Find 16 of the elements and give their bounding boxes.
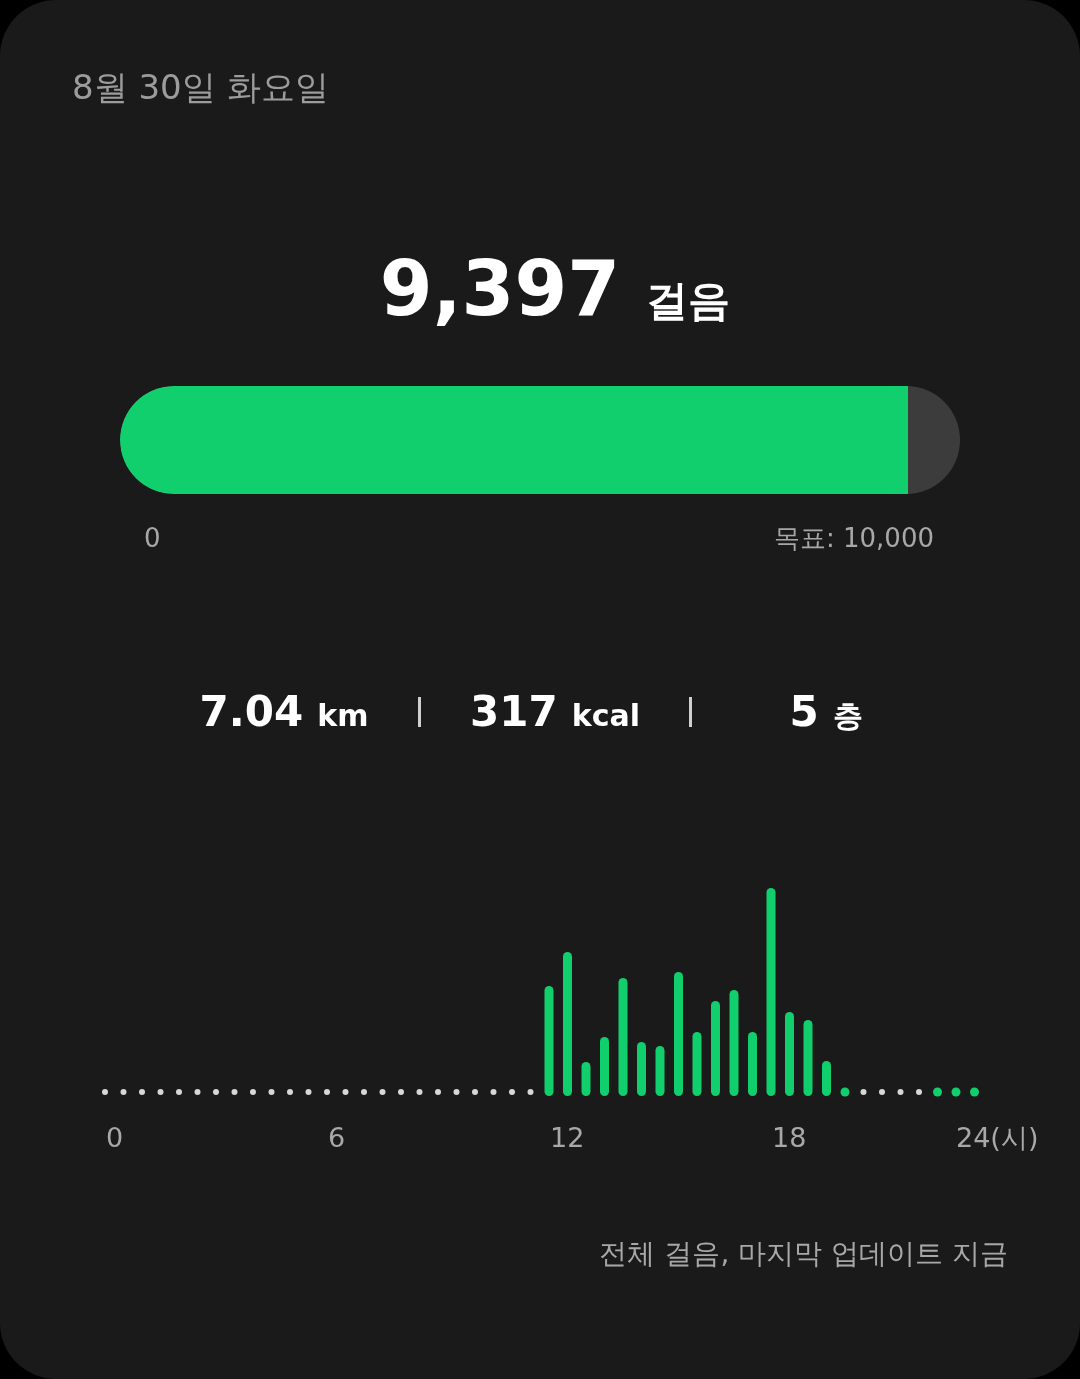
axis-label: 6 <box>328 1121 347 1155</box>
stat-unit: km <box>317 698 369 733</box>
step-count: 9,397 <box>379 244 621 334</box>
axis-label: 0 <box>106 1121 125 1155</box>
goal-label: 목표: 10,000 <box>774 522 934 555</box>
stat-unit: kcal <box>571 698 640 733</box>
stat-value: 7.04 <box>199 686 304 738</box>
stat-unit: 층 <box>832 697 863 735</box>
step-unit: 걸음 <box>646 275 731 327</box>
axis-label: 12 <box>550 1121 586 1155</box>
update-note: 전체 걸음, 마지막 업데이트 지금 <box>599 1236 1008 1272</box>
axis-label: 24(시) <box>956 1121 1039 1155</box>
stat-value: 317 <box>470 686 558 738</box>
stat-value: 5 <box>789 686 819 738</box>
date-label: 8월 30일 화요일 <box>72 66 330 109</box>
start-label: 0 <box>144 522 161 555</box>
